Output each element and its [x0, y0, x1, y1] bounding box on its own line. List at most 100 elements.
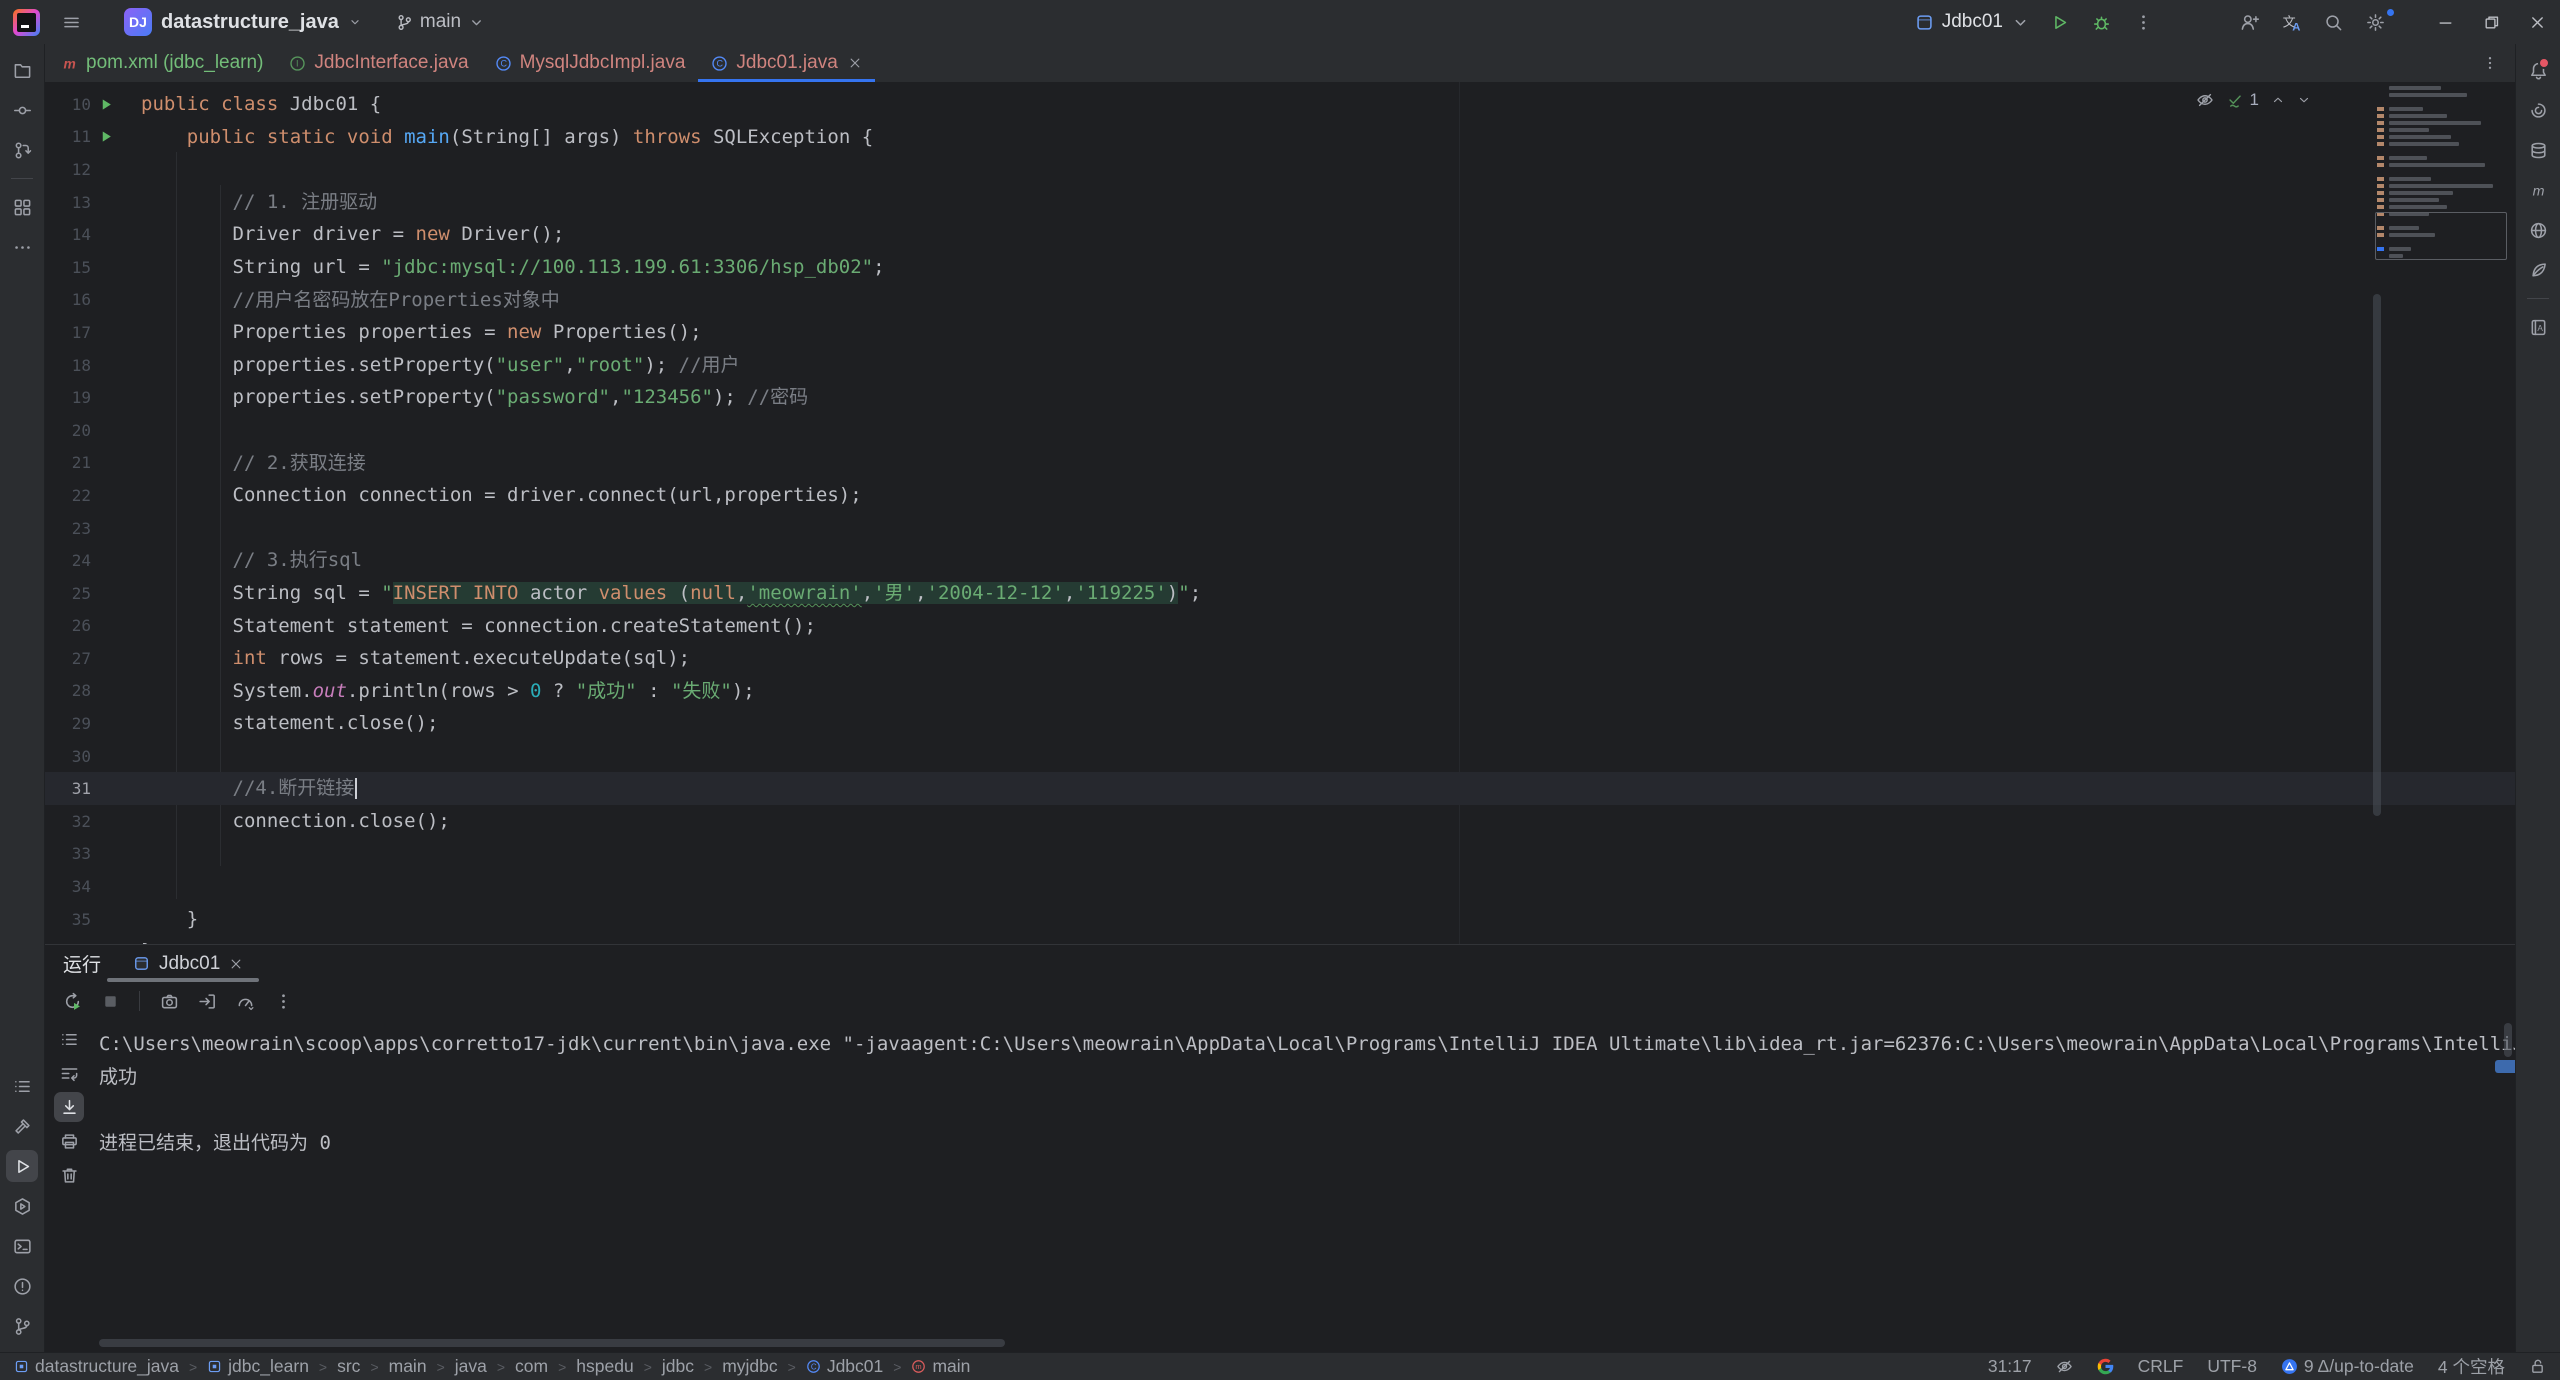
tool-button-play[interactable]	[6, 1150, 38, 1182]
breadcrumb-item-src[interactable]: src	[337, 1356, 360, 1377]
run-tab[interactable]: Jdbc01	[129, 945, 247, 982]
breadcrumb-item-com[interactable]: com	[515, 1356, 548, 1377]
code-line-32[interactable]: 32 connection.close();	[45, 805, 2515, 838]
tool-button-branch[interactable]	[6, 1310, 38, 1342]
code-editor[interactable]: 10public class Jdbc01 {11 public static …	[45, 82, 2515, 944]
tool-button-maven[interactable]: m	[2522, 174, 2554, 206]
window-close-button[interactable]	[2514, 2, 2560, 42]
tool-button-services[interactable]	[6, 1190, 38, 1222]
code-line-34[interactable]: 34	[45, 870, 2515, 903]
tool-button-folder[interactable]	[6, 54, 38, 86]
breadcrumb-item-jdbc[interactable]: jdbc	[662, 1356, 694, 1377]
more-actions-button[interactable]	[2122, 6, 2164, 38]
debug-button[interactable]	[2080, 6, 2122, 38]
code-line-26[interactable]: 26 Statement statement = connection.crea…	[45, 610, 2515, 643]
stop-button[interactable]	[95, 986, 125, 1016]
printer-button[interactable]	[54, 1126, 84, 1156]
vcs-incoming[interactable]: 9 Δ/up-to-date	[2281, 1356, 2414, 1377]
chevron-down-icon[interactable]	[2297, 93, 2311, 107]
settings-button[interactable]	[2354, 6, 2396, 38]
close-icon[interactable]	[848, 56, 862, 70]
breadcrumb-item-datastructure_java[interactable]: datastructure_java	[14, 1356, 179, 1377]
highlighting-eye-icon[interactable]	[2196, 91, 2214, 109]
window-restore-button[interactable]	[2468, 2, 2514, 42]
code-line-29[interactable]: 29 statement.close();	[45, 707, 2515, 740]
inspections-widget[interactable]: 1	[2196, 90, 2311, 110]
close-icon[interactable]	[229, 957, 243, 971]
run-line-icon[interactable]	[99, 97, 114, 112]
chevron-up-icon[interactable]	[2271, 93, 2285, 107]
tool-button-globe[interactable]	[2522, 214, 2554, 246]
code-line-19[interactable]: 19 properties.setProperty("password","12…	[45, 381, 2515, 414]
breadcrumb-item-main[interactable]: main	[389, 1356, 427, 1377]
code-line-12[interactable]: 12	[45, 153, 2515, 186]
breadcrumb-item-hspedu[interactable]: hspedu	[576, 1356, 633, 1377]
run-config-selector[interactable]: Jdbc01	[1915, 11, 2030, 33]
tool-button-database[interactable]	[2522, 134, 2554, 166]
file-writable[interactable]	[2529, 1358, 2546, 1375]
code-line-31[interactable]: 31 //4.断开链接	[45, 772, 2515, 805]
run-button[interactable]	[2038, 6, 2080, 38]
file-encoding[interactable]: UTF-8	[2207, 1356, 2257, 1377]
code-line-35[interactable]: 35 }	[45, 903, 2515, 936]
editor-tab-jdbcinterface-java[interactable]: IJdbcInterface.java	[276, 44, 481, 82]
code-line-21[interactable]: 21 // 2.获取连接	[45, 447, 2515, 480]
breadcrumb-item-main[interactable]: mmain	[911, 1356, 970, 1377]
code-line-30[interactable]: 30	[45, 740, 2515, 773]
tool-button-commit[interactable]	[6, 94, 38, 126]
tool-button-ai[interactable]	[2522, 94, 2554, 126]
code-minimap[interactable]	[2375, 84, 2509, 266]
kebab-button[interactable]	[268, 986, 298, 1016]
attach-button[interactable]	[192, 986, 222, 1016]
caret-position[interactable]: 31:17	[1988, 1356, 2032, 1377]
editor-tab-mysqljdbcimpl-java[interactable]: CMysqlJdbcImpl.java	[482, 44, 699, 82]
rerun-button[interactable]	[57, 986, 87, 1016]
code-line-28[interactable]: 28 System.out.println(rows > 0 ? "成功" : …	[45, 675, 2515, 708]
translate-button[interactable]: 文A	[2270, 6, 2312, 38]
project-widget[interactable]: DJ datastructure_java	[124, 8, 362, 36]
tool-button-problems[interactable]	[6, 1270, 38, 1302]
tool-button-structure[interactable]	[6, 191, 38, 223]
editor-tab-jdbc01-java[interactable]: CJdbc01.java	[698, 44, 874, 82]
code-line-33[interactable]: 33	[45, 838, 2515, 871]
code-line-18[interactable]: 18 properties.setProperty("user","root")…	[45, 349, 2515, 382]
minimap-viewport[interactable]	[2375, 212, 2507, 260]
tool-button-book[interactable]: A	[2522, 311, 2554, 343]
code-line-22[interactable]: 22 Connection connection = driver.connec…	[45, 479, 2515, 512]
softwrap-button[interactable]	[54, 1058, 84, 1088]
line-separator[interactable]: CRLF	[2138, 1356, 2184, 1377]
breadcrumb-item-jdbc_learn[interactable]: jdbc_learn	[207, 1356, 309, 1377]
tool-button-pullrequest[interactable]	[6, 134, 38, 166]
tool-button-leaf[interactable]	[2522, 254, 2554, 286]
code-line-17[interactable]: 17 Properties properties = new Propertie…	[45, 316, 2515, 349]
editor-scrollbar[interactable]	[2373, 294, 2381, 816]
indent[interactable]: 4 个空格	[2438, 1354, 2505, 1379]
breadcrumb-item-myjdbc[interactable]: myjdbc	[722, 1356, 777, 1377]
breadcrumb-item-jdbc01[interactable]: CJdbc01	[806, 1356, 883, 1377]
code-line-14[interactable]: 14 Driver driver = new Driver();	[45, 218, 2515, 251]
code-line-15[interactable]: 15 String url = "jdbc:mysql://100.113.19…	[45, 251, 2515, 284]
code-line-23[interactable]: 23	[45, 512, 2515, 545]
code-line-13[interactable]: 13 // 1. 注册驱动	[45, 186, 2515, 219]
search-everywhere-button[interactable]	[2312, 6, 2354, 38]
translation-engine[interactable]	[2097, 1358, 2114, 1375]
code-line-11[interactable]: 11 public static void main(String[] args…	[45, 121, 2515, 154]
code-line-25[interactable]: 25 String sql = "INSERT INTO actor value…	[45, 577, 2515, 610]
code-line-10[interactable]: 10public class Jdbc01 {	[45, 88, 2515, 121]
console-hscrollbar[interactable]	[99, 1339, 1005, 1347]
breadcrumb-item-java[interactable]: java	[455, 1356, 487, 1377]
list-button[interactable]	[54, 1024, 84, 1054]
highlighting-level[interactable]	[2056, 1358, 2073, 1375]
window-minimize-button[interactable]	[2422, 2, 2468, 42]
tool-button-terminal[interactable]	[6, 1230, 38, 1262]
tool-button-more[interactable]	[6, 231, 38, 263]
code-line-36[interactable]: 36}	[45, 935, 2515, 944]
code-line-24[interactable]: 24 // 3.执行sql	[45, 544, 2515, 577]
tool-button-list[interactable]	[6, 1070, 38, 1102]
code-line-20[interactable]: 20	[45, 414, 2515, 447]
console-vscrollbar[interactable]	[2504, 1023, 2512, 1057]
tool-button-bell[interactable]	[2522, 54, 2554, 86]
console-output[interactable]: C:\Users\meowrain\scoop\apps\corretto17-…	[93, 1020, 2515, 1352]
code-line-16[interactable]: 16 //用户名密码放在Properties对象中	[45, 284, 2515, 317]
profiler-button[interactable]	[230, 986, 260, 1016]
